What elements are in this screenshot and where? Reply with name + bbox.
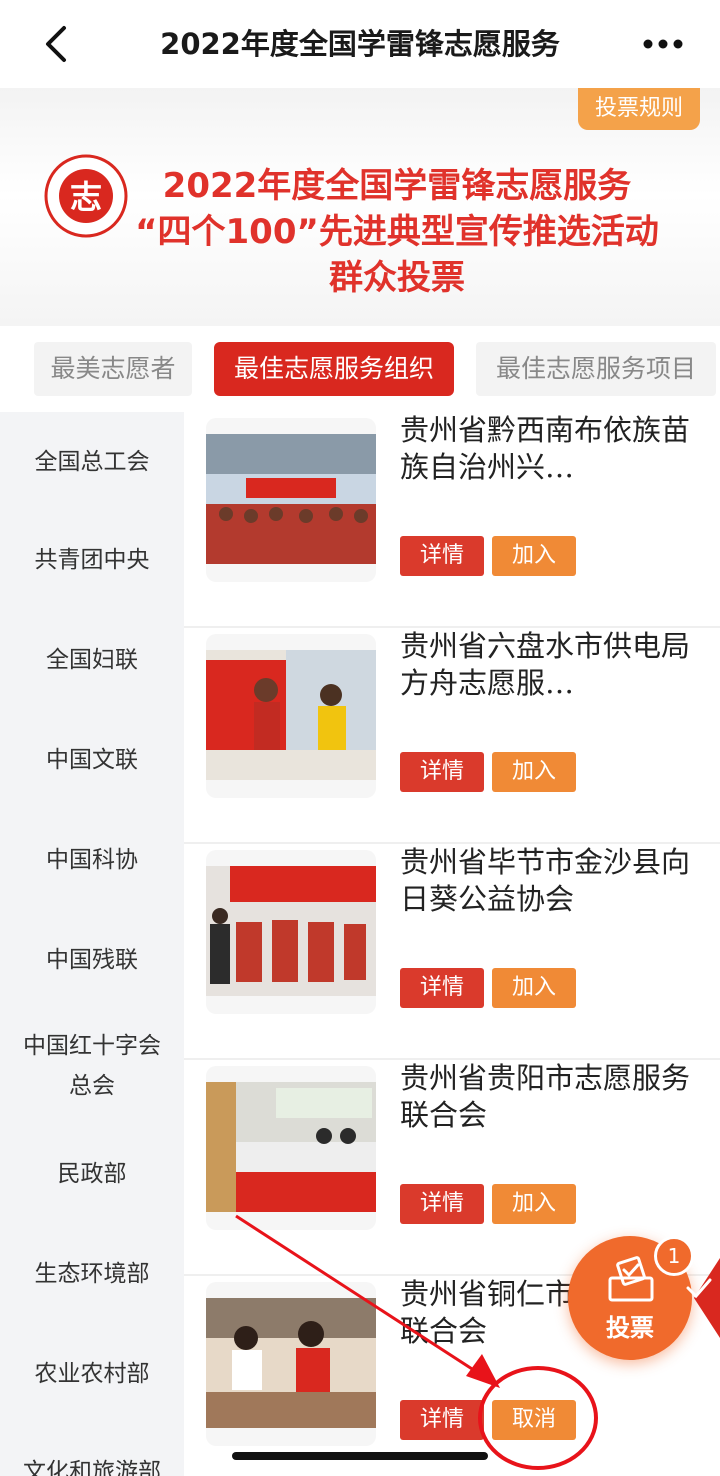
sidebar-item[interactable]: 中国文联 [0, 740, 184, 780]
detail-button[interactable]: 详情 [400, 1184, 484, 1224]
join-button[interactable]: 加入 [492, 536, 576, 576]
photo-placeholder [206, 650, 376, 780]
detail-button[interactable]: 详情 [400, 968, 484, 1008]
photo-placeholder [206, 866, 376, 996]
organization-name: 贵州省毕节市金沙县向日葵公益协会 [400, 845, 691, 916]
vote-rules-button[interactable]: 投票规则 [578, 88, 700, 130]
photo-placeholder [206, 1082, 376, 1212]
join-button[interactable]: 加入 [492, 752, 576, 792]
sidebar-item[interactable]: 中国残联 [0, 940, 184, 980]
sidebar-item[interactable]: 共青团中央 [0, 540, 184, 580]
organization-name: 贵州省黔西南布依族苗族自治州兴… [400, 413, 691, 484]
banner-headline-2: “四个100”先进典型宣传推选活动 [135, 212, 659, 252]
sidebar-item[interactable]: 民政部 [0, 1154, 184, 1194]
tab-best-project[interactable]: 最佳志愿服务项目 [476, 342, 716, 396]
cancel-button[interactable]: 取消 [492, 1400, 576, 1440]
checkmark-icon [686, 1258, 720, 1338]
top-navigation-bar: 2022年度全国学雷锋志愿服务 [0, 0, 720, 88]
photo-placeholder [206, 434, 376, 564]
tab-best-volunteer[interactable]: 最美志愿者 [34, 342, 192, 396]
organization-name: 贵州省六盘水市供电局方舟志愿服… [400, 629, 691, 700]
more-dots-icon[interactable] [642, 34, 684, 54]
organization-photo [206, 1282, 376, 1446]
sidebar-item[interactable]: 全国妇联 [0, 640, 184, 680]
organization-photo [206, 634, 376, 798]
category-tabs: 最美志愿者 最佳志愿服务组织 最佳志愿服务项目 [0, 336, 720, 406]
tab-best-organization[interactable]: 最佳志愿服务组织 [214, 342, 454, 396]
page-title: 2022年度全国学雷锋志愿服务 [160, 27, 560, 61]
organization-photo [206, 418, 376, 582]
banner-headline-3: 群众投票 [329, 258, 465, 298]
sidebar-item[interactable]: 中国红十字会总会 [22, 1026, 162, 1106]
banner-headline-1: 2022年度全国学雷锋志愿服务 [162, 166, 632, 206]
volunteer-logo-icon: 志 [44, 154, 128, 238]
join-button[interactable]: 加入 [492, 968, 576, 1008]
list-item[interactable]: 贵州省黔西南布依族苗族自治州兴… 详情 加入 [184, 412, 720, 628]
vote-label: 投票 [606, 1314, 654, 1342]
sidebar: 全国总工会 共青团中央 全国妇联 中国文联 中国科协 中国残联 中国红十字会总会… [0, 412, 184, 1476]
sidebar-item[interactable]: 中国科协 [0, 840, 184, 880]
detail-button[interactable]: 详情 [400, 752, 484, 792]
organization-name: 贵州省贵阳市志愿服务联合会 [400, 1061, 691, 1132]
list-item[interactable]: 贵州省六盘水市供电局方舟志愿服… 详情 加入 [184, 628, 720, 844]
campaign-banner: 投票规则 志 2022年度全国学雷锋志愿服务 “四个100”先进典型宣传推选活动… [0, 88, 720, 326]
photo-placeholder [206, 1298, 376, 1428]
sidebar-item[interactable]: 农业农村部 [0, 1354, 184, 1394]
sidebar-item[interactable]: 生态环境部 [0, 1254, 184, 1294]
detail-button[interactable]: 详情 [400, 536, 484, 576]
join-button[interactable]: 加入 [492, 1184, 576, 1224]
sidebar-item[interactable]: 全国总工会 [0, 442, 184, 482]
sidebar-item[interactable]: 文化和旅游部 [0, 1452, 184, 1476]
list-item[interactable]: 贵州省毕节市金沙县向日葵公益协会 详情 加入 [184, 844, 720, 1060]
ballot-box-icon [608, 1256, 654, 1302]
organization-photo [206, 1066, 376, 1230]
organization-photo [206, 850, 376, 1014]
detail-button[interactable]: 详情 [400, 1400, 484, 1440]
home-indicator[interactable] [232, 1452, 488, 1460]
logo-glyph: 志 [70, 178, 102, 216]
chevron-left-icon[interactable] [36, 22, 80, 66]
